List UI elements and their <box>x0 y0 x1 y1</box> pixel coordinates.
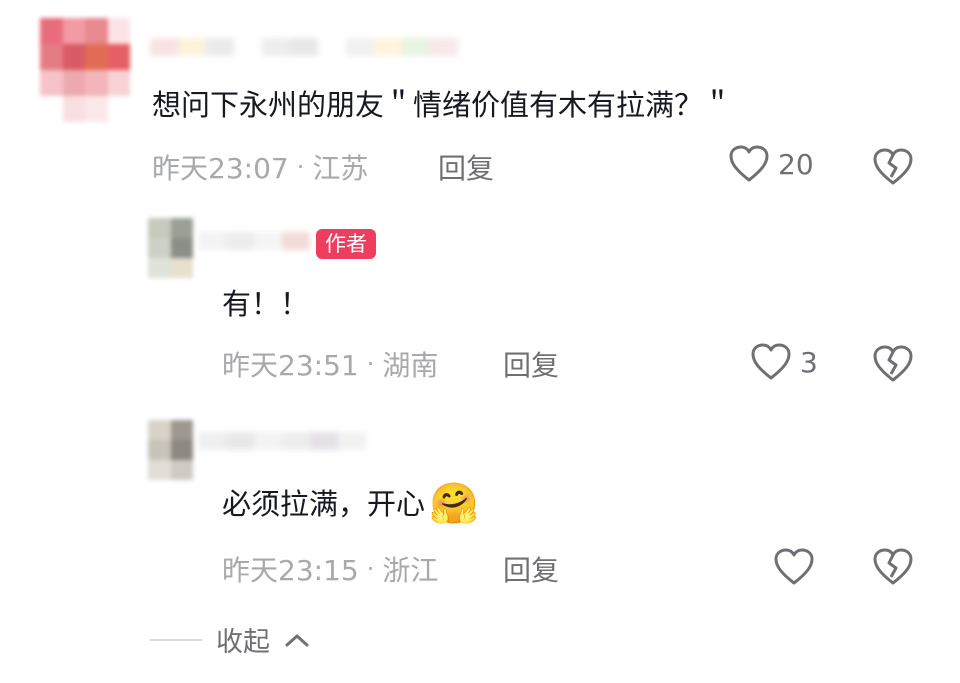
comment-meta: 昨天23:07 · 江苏 <box>152 147 368 187</box>
broken-heart-icon <box>873 345 913 382</box>
separator-dot: · <box>366 350 375 378</box>
username-blurred[interactable] <box>150 38 458 56</box>
reply-meta: 昨天23:15 · 浙江 <box>222 549 438 589</box>
heart-icon <box>750 342 792 382</box>
like-count: 20 <box>778 147 814 181</box>
collapse-replies-button[interactable]: 收起 <box>150 620 310 659</box>
broken-heart-icon <box>873 548 913 585</box>
username-blurred[interactable] <box>198 432 366 450</box>
collapse-label: 收起 <box>216 627 270 658</box>
like-button[interactable]: 20 <box>728 144 814 184</box>
reply-meta: 昨天23:51 · 湖南 <box>222 344 438 384</box>
dislike-button[interactable] <box>872 547 914 587</box>
divider-line <box>150 638 202 641</box>
dislike-button[interactable] <box>872 344 914 384</box>
avatar[interactable] <box>148 218 193 278</box>
like-button[interactable]: 3 <box>750 342 818 382</box>
hug-emoji: 🤗 <box>429 481 479 527</box>
comment-location: 江苏 <box>312 152 369 185</box>
reply-location: 浙江 <box>382 554 439 587</box>
dislike-button[interactable] <box>872 147 914 187</box>
separator-dot: · <box>366 555 375 583</box>
reply-button[interactable]: 回复 <box>503 344 559 384</box>
reply-location: 湖南 <box>382 349 439 382</box>
username-blurred[interactable] <box>198 232 310 250</box>
comment-time: 昨天23:07 <box>152 152 289 185</box>
comment-text: 想问下永州的朋友＂情绪价值有木有拉满？＂ <box>152 88 733 122</box>
avatar[interactable] <box>40 18 130 122</box>
heart-icon <box>773 547 815 587</box>
heart-icon <box>728 144 770 184</box>
avatar[interactable] <box>148 420 193 480</box>
reply-text: 必须拉满，开心 <box>222 487 426 521</box>
reply-button[interactable]: 回复 <box>438 147 494 187</box>
reply-text: 有！！ <box>222 287 310 321</box>
chevron-up-icon <box>284 631 310 649</box>
broken-heart-icon <box>873 148 913 185</box>
reply-time: 昨天23:15 <box>222 554 359 587</box>
like-count: 3 <box>800 345 818 379</box>
reply-button[interactable]: 回复 <box>503 549 559 589</box>
author-badge: 作者 <box>316 229 376 259</box>
reply-text-row: 必须拉满，开心 🤗 <box>222 482 479 526</box>
separator-dot: · <box>296 153 305 181</box>
reply-time: 昨天23:51 <box>222 349 359 382</box>
like-button[interactable] <box>773 547 823 587</box>
